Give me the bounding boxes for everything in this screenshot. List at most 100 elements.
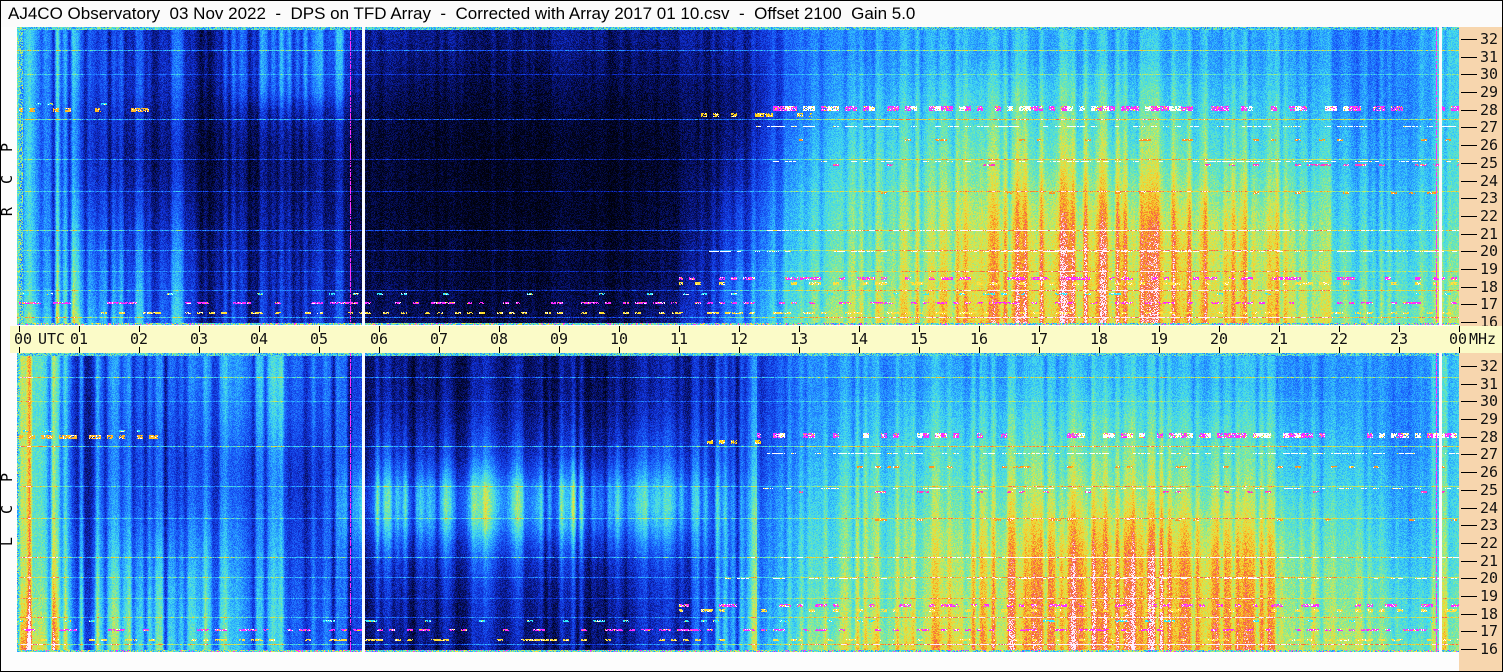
freq-tick xyxy=(1461,419,1477,420)
page-title: AJ4CO Observatory 03 Nov 2022 - DPS on T… xyxy=(8,4,916,23)
hour-label: 11 xyxy=(669,330,689,348)
freq-tick xyxy=(1461,525,1477,526)
freq-tick-label: 27 xyxy=(1480,445,1499,463)
freq-tick xyxy=(1461,163,1477,164)
freq-tick xyxy=(1461,110,1477,111)
freq-tick-label: 17 xyxy=(1480,622,1499,640)
hour-label: 21 xyxy=(1269,330,1289,348)
freq-tick-label: 18 xyxy=(1480,605,1499,623)
hour-label: 17 xyxy=(1029,330,1049,348)
freq-tick xyxy=(1461,145,1477,146)
freq-tick xyxy=(1461,401,1477,402)
hour-label: 19 xyxy=(1149,330,1169,348)
freq-tick-label: 27 xyxy=(1480,118,1499,136)
freq-tick xyxy=(1461,181,1477,182)
freq-tick-label: 22 xyxy=(1480,207,1499,225)
freq-tick-label: 28 xyxy=(1480,428,1499,446)
freq-tick xyxy=(1461,216,1477,217)
freq-tick xyxy=(1461,127,1477,128)
freq-tick xyxy=(1461,614,1477,615)
freq-tick xyxy=(1461,649,1477,650)
spectrogram-page: AJ4CO Observatory 03 Nov 2022 - DPS on T… xyxy=(0,0,1503,672)
freq-tick-label: 31 xyxy=(1480,48,1499,66)
freq-tick-label: 20 xyxy=(1480,569,1499,587)
freq-tick xyxy=(1461,631,1477,632)
freq-tick-label: 32 xyxy=(1480,357,1499,375)
rcp-polarization-label: R C P xyxy=(1,116,18,236)
freq-tick-label: 30 xyxy=(1480,65,1499,83)
freq-tick xyxy=(1461,596,1477,597)
freq-tick-label: 25 xyxy=(1480,154,1499,172)
freq-tick xyxy=(1461,269,1477,270)
hour-label: 05 xyxy=(309,330,329,348)
freq-tick xyxy=(1461,57,1477,58)
freq-tick-label: 28 xyxy=(1480,101,1499,119)
hour-label: 23 xyxy=(1389,330,1409,348)
freq-tick-label: 20 xyxy=(1480,242,1499,260)
freq-tick-label: 29 xyxy=(1480,410,1499,428)
hour-label: 16 xyxy=(969,330,989,348)
freq-tick-label: 17 xyxy=(1480,295,1499,313)
freq-tick xyxy=(1461,508,1477,509)
hour-label: 20 xyxy=(1209,330,1229,348)
hour-label: 02 xyxy=(129,330,149,348)
hour-label: 07 xyxy=(429,330,449,348)
freq-tick xyxy=(1461,366,1477,367)
freq-tick xyxy=(1461,437,1477,438)
lcp-spectrogram-canvas xyxy=(17,353,1459,652)
freq-tick-label: 19 xyxy=(1480,260,1499,278)
freq-tick-label: 23 xyxy=(1480,189,1499,207)
time-axis-band: 00 UTC 01 02 03 04 05 06 07 08 09 10 11 12 13 14 15 16 17 1… xyxy=(10,326,1502,353)
hour-label: 14 xyxy=(849,330,869,348)
hour-label: 06 xyxy=(369,330,389,348)
freq-tick xyxy=(1461,561,1477,562)
freq-tick-label: 31 xyxy=(1480,375,1499,393)
freq-tick xyxy=(1461,490,1477,491)
hour-label-end: 00 xyxy=(1448,330,1468,348)
freq-tick xyxy=(1461,74,1477,75)
freq-tick xyxy=(1461,92,1477,93)
freq-tick-label: 30 xyxy=(1480,392,1499,410)
freq-tick-label: 29 xyxy=(1480,83,1499,101)
hour-label-start: 00 xyxy=(14,330,33,348)
hour-label: 12 xyxy=(729,330,749,348)
hour-label: 04 xyxy=(249,330,269,348)
hour-label: 13 xyxy=(789,330,809,348)
freq-tick-label: 18 xyxy=(1480,278,1499,296)
freq-tick-label: 23 xyxy=(1480,516,1499,534)
hour-label: 18 xyxy=(1089,330,1109,348)
freq-tick-label: 26 xyxy=(1480,463,1499,481)
freq-tick xyxy=(1461,578,1477,579)
freq-tick xyxy=(1461,384,1477,385)
freq-tick xyxy=(1461,234,1477,235)
freq-tick-label: 19 xyxy=(1480,587,1499,605)
freq-tick-label: 24 xyxy=(1480,172,1499,190)
rcp-spectrogram-canvas xyxy=(17,27,1459,325)
freq-tick xyxy=(1461,322,1477,323)
hour-label: 09 xyxy=(549,330,569,348)
utc-label: UTC xyxy=(38,330,66,348)
freq-tick xyxy=(1461,198,1477,199)
freq-tick xyxy=(1461,472,1477,473)
freq-tick xyxy=(1461,454,1477,455)
freq-tick xyxy=(1461,543,1477,544)
hour-label: 10 xyxy=(609,330,629,348)
hour-label: 03 xyxy=(189,330,209,348)
mhz-unit-label: MHz xyxy=(1469,330,1497,348)
freq-tick-label: 21 xyxy=(1480,552,1499,570)
freq-tick-label: 26 xyxy=(1480,136,1499,154)
freq-tick-label: 24 xyxy=(1480,499,1499,517)
hour-label: 15 xyxy=(909,330,929,348)
lcp-polarization-label: L C P xyxy=(1,446,18,566)
hour-label: 22 xyxy=(1329,330,1349,348)
freq-tick-label: 25 xyxy=(1480,481,1499,499)
hour-label: 01 xyxy=(69,330,89,348)
freq-tick xyxy=(1461,251,1477,252)
freq-tick xyxy=(1461,287,1477,288)
freq-tick-label: 32 xyxy=(1480,30,1499,48)
freq-tick-label: 16 xyxy=(1480,640,1499,658)
freq-tick xyxy=(1461,39,1477,40)
freq-tick-label: 21 xyxy=(1480,225,1499,243)
title-bar: AJ4CO Observatory 03 Nov 2022 - DPS on T… xyxy=(1,1,1502,27)
freq-tick xyxy=(1461,304,1477,305)
